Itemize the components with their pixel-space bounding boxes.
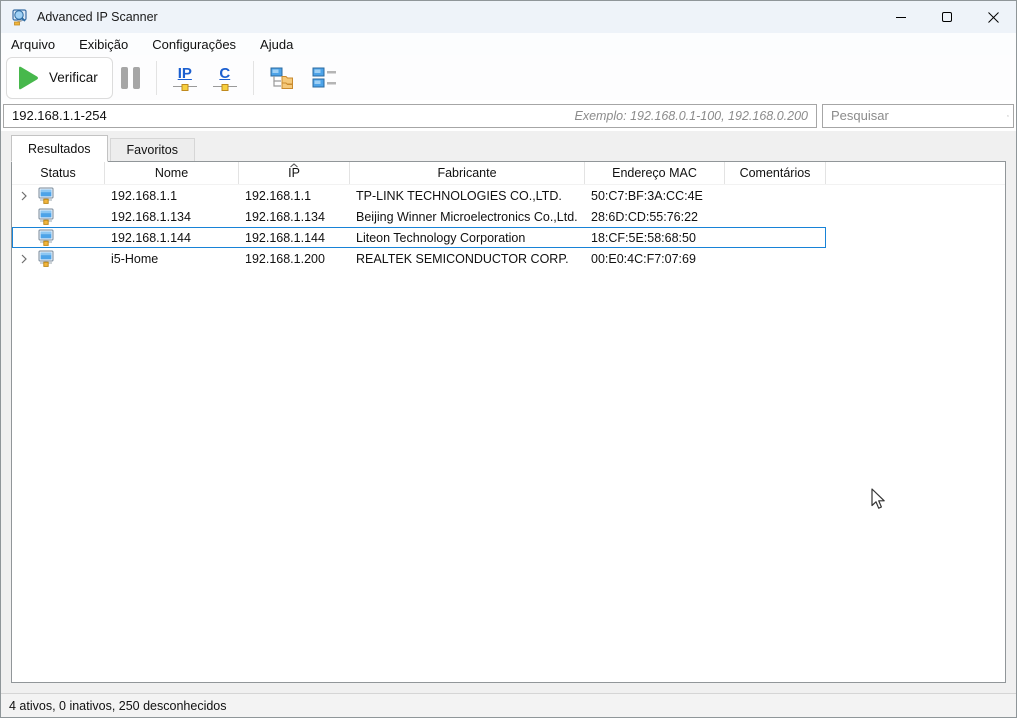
scan-ip-button[interactable]: IP — [165, 57, 205, 99]
table-row[interactable]: i5-Home 192.168.1.200 REALTEK SEMICONDUC… — [12, 248, 826, 269]
maximize-button[interactable] — [924, 1, 970, 33]
ip-cell: 192.168.1.144 — [239, 231, 350, 245]
expander-icon[interactable] — [16, 254, 32, 264]
mac-cell: 28:6D:CD:55:76:22 — [585, 210, 725, 224]
manufacturer-cell: Liteon Technology Corporation — [350, 231, 585, 245]
column-header-comentarios[interactable]: Comentários — [725, 162, 826, 184]
ip-cell: 192.168.1.1 — [239, 189, 350, 203]
close-button[interactable] — [970, 1, 1016, 33]
mac-cell: 18:CF:5E:58:68:50 — [585, 231, 725, 245]
toolbar-separator — [156, 61, 157, 95]
computer-status-icon — [38, 208, 54, 225]
column-header-ip[interactable]: IP — [239, 162, 350, 184]
collapse-all-button[interactable] — [304, 57, 346, 99]
list-view-icon — [312, 67, 338, 89]
menu-bar: Arquivo Exibição Configurações Ajuda — [1, 33, 1016, 55]
minimize-button[interactable] — [878, 1, 924, 33]
ip-range-example: Exemplo: 192.168.0.1-100, 192.168.0.200 — [574, 109, 808, 123]
column-header-fabricante[interactable]: Fabricante — [350, 162, 585, 184]
ip-icon: IP — [173, 66, 197, 90]
tree-view-icon — [270, 67, 296, 89]
column-header-status[interactable]: Status — [12, 162, 105, 184]
tab-favoritos[interactable]: Favoritos — [110, 138, 195, 161]
close-icon — [988, 12, 999, 23]
manufacturer-cell: TP-LINK TECHNOLOGIES CO.,LTD. — [350, 189, 585, 203]
status-cell — [12, 250, 105, 267]
mac-cell: 00:E0:4C:F7:07:69 — [585, 252, 725, 266]
results-panel: Status Nome IP Fabricante Endereço MAC C… — [11, 161, 1006, 683]
table-row[interactable]: 192.168.1.134 192.168.1.134 Beijing Winn… — [12, 206, 826, 227]
title-bar: Advanced IP Scanner — [1, 1, 1016, 33]
sort-ascending-icon — [290, 163, 299, 168]
search-icon[interactable] — [1007, 108, 1009, 124]
table-row[interactable]: 192.168.1.144 192.168.1.144 Liteon Techn… — [12, 227, 826, 248]
search-input[interactable] — [831, 108, 1007, 123]
pause-icon — [121, 67, 140, 89]
computer-status-icon — [38, 187, 54, 204]
menu-arquivo[interactable]: Arquivo — [11, 37, 69, 52]
manufacturer-cell: Beijing Winner Microelectronics Co.,Ltd. — [350, 210, 585, 224]
menu-exibicao[interactable]: Exibição — [79, 37, 142, 52]
status-bar: 4 ativos, 0 inativos, 250 desconhecidos — [1, 693, 1016, 717]
scan-button[interactable]: Verificar — [6, 57, 113, 99]
tab-resultados[interactable]: Resultados — [11, 135, 108, 162]
menu-configuracoes[interactable]: Configurações — [152, 37, 250, 52]
manufacturer-cell: REALTEK SEMICONDUCTOR CORP. — [350, 252, 585, 266]
name-cell: 192.168.1.144 — [105, 231, 239, 245]
maximize-icon — [942, 12, 952, 22]
menu-ajuda[interactable]: Ajuda — [260, 37, 307, 52]
search-box — [822, 104, 1014, 128]
scan-summary-text: 4 ativos, 0 inativos, 250 desconhecidos — [9, 699, 227, 713]
main-area: Resultados Favoritos Status Nome IP Fabr… — [1, 131, 1016, 693]
ip-range-value: 192.168.1.1-254 — [12, 108, 107, 123]
table-header: Status Nome IP Fabricante Endereço MAC C… — [12, 162, 1005, 185]
minimize-icon — [896, 17, 906, 18]
computer-status-icon — [38, 229, 54, 246]
status-cell — [12, 187, 105, 204]
column-header-nome[interactable]: Nome — [105, 162, 239, 184]
name-cell: i5-Home — [105, 252, 239, 266]
app-icon — [11, 8, 29, 26]
c-class-icon: C — [213, 66, 237, 90]
table-body: 192.168.1.1 192.168.1.1 TP-LINK TECHNOLO… — [12, 185, 1005, 269]
tab-bar: Resultados Favoritos — [11, 135, 1006, 161]
tab-favoritos-label: Favoritos — [127, 143, 178, 157]
tab-resultados-label: Resultados — [28, 142, 91, 156]
status-cell — [12, 229, 105, 246]
window-title: Advanced IP Scanner — [37, 10, 158, 24]
column-header-mac[interactable]: Endereço MAC — [585, 162, 725, 184]
computer-status-icon — [38, 250, 54, 267]
ip-cell: 192.168.1.200 — [239, 252, 350, 266]
table-row[interactable]: 192.168.1.1 192.168.1.1 TP-LINK TECHNOLO… — [12, 185, 826, 206]
toolbar-separator — [253, 61, 254, 95]
mac-cell: 50:C7:BF:3A:CC:4E — [585, 189, 725, 203]
expander-icon[interactable] — [16, 191, 32, 201]
address-row: 192.168.1.1-254 Exemplo: 192.168.0.1-100… — [1, 100, 1016, 131]
ip-cell: 192.168.1.134 — [239, 210, 350, 224]
name-cell: 192.168.1.134 — [105, 210, 239, 224]
toolbar: Verificar IP C — [1, 55, 1016, 100]
name-cell: 192.168.1.1 — [105, 189, 239, 203]
app-window: Advanced IP Scanner Arquivo Exibição Con… — [0, 0, 1017, 718]
pause-button[interactable] — [113, 57, 148, 99]
scan-button-label: Verificar — [49, 70, 98, 85]
scan-class-button[interactable]: C — [205, 57, 245, 99]
ip-range-input[interactable]: 192.168.1.1-254 Exemplo: 192.168.0.1-100… — [3, 104, 817, 128]
status-cell — [12, 208, 105, 225]
expand-all-button[interactable] — [262, 57, 304, 99]
play-icon — [13, 64, 41, 92]
